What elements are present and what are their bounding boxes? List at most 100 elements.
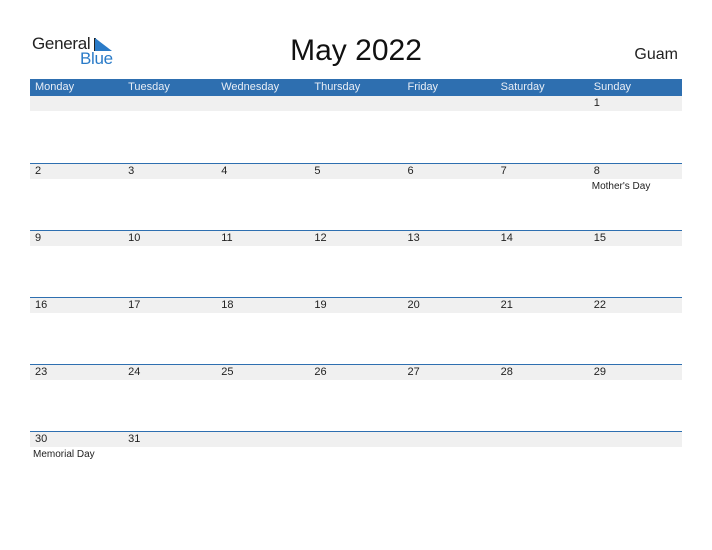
holiday-label (496, 380, 589, 382)
weekday-header: Monday Tuesday Wednesday Thursday Friday… (30, 79, 682, 96)
holiday-label (123, 380, 216, 382)
holiday-label (403, 246, 496, 248)
weekday-saturday: Saturday (500, 81, 545, 93)
day-number: 17 (128, 299, 141, 311)
holiday-label (496, 179, 589, 192)
events-row (30, 313, 682, 315)
day-number: 27 (407, 366, 420, 378)
date-bar: 30 31 (30, 432, 682, 447)
day-number (403, 432, 496, 447)
holiday-label (123, 313, 216, 315)
day-number: 8 (593, 165, 600, 177)
day-number (123, 96, 216, 111)
day-number: 15 (593, 232, 606, 244)
week-row: 9 10 11 12 13 14 15 (30, 230, 682, 297)
date-bar: 23 24 25 26 27 28 29 (30, 365, 682, 380)
holiday-label (496, 246, 589, 248)
day-number: 4 (221, 165, 228, 177)
holiday-label (216, 111, 309, 113)
weekday-friday: Friday (407, 81, 439, 93)
holiday-label (496, 447, 589, 460)
day-number (216, 432, 309, 447)
day-number: 9 (35, 232, 42, 244)
week-row: 16 17 18 19 20 21 22 (30, 297, 682, 364)
day-number: 13 (407, 232, 420, 244)
holiday-label: Memorial Day (33, 449, 95, 460)
events-row: Mother's Day (30, 179, 682, 192)
day-number: 28 (500, 366, 513, 378)
events-row (30, 380, 682, 382)
weekday-wednesday: Wednesday (221, 81, 280, 93)
holiday-label (30, 380, 123, 382)
holiday-label (30, 246, 123, 248)
holiday-label (30, 313, 123, 315)
region-label: Guam (634, 46, 678, 63)
holiday-label (309, 179, 402, 192)
day-number (309, 96, 402, 111)
day-number (496, 432, 589, 447)
day-number: 29 (593, 366, 606, 378)
day-number: 6 (407, 165, 414, 177)
holiday-label (403, 380, 496, 382)
holiday-label (123, 179, 216, 192)
weekday-monday: Monday (35, 81, 75, 93)
holiday-label (403, 447, 496, 460)
day-number: 3 (128, 165, 135, 177)
day-number (589, 432, 682, 447)
day-number: 25 (221, 366, 234, 378)
day-number: 21 (500, 299, 513, 311)
holiday-label (589, 111, 682, 113)
holiday-label (496, 111, 589, 113)
day-number: 16 (35, 299, 48, 311)
day-number: 18 (221, 299, 234, 311)
page-title: May 2022 (290, 34, 422, 67)
day-number: 1 (593, 97, 600, 109)
holiday-label (216, 313, 309, 315)
day-number: 31 (128, 433, 141, 445)
holiday-label (123, 111, 216, 113)
day-number: 5 (314, 165, 321, 177)
holiday-label (309, 380, 402, 382)
holiday-label (589, 313, 682, 315)
holiday-label (496, 313, 589, 315)
holiday-label (589, 447, 682, 460)
week-row: 23 24 25 26 27 28 29 (30, 364, 682, 431)
day-number: 22 (593, 299, 606, 311)
day-number: 20 (407, 299, 420, 311)
holiday-label (309, 246, 402, 248)
weekday-sunday: Sunday (593, 81, 632, 93)
events-row (30, 246, 682, 248)
day-number (309, 432, 402, 447)
holiday-label (216, 380, 309, 382)
holiday-label (309, 447, 402, 460)
holiday-label (403, 313, 496, 315)
day-number (496, 96, 589, 111)
day-number: 2 (35, 165, 42, 177)
holiday-label (123, 447, 216, 460)
holiday-label (403, 111, 496, 113)
weekday-thursday: Thursday (314, 81, 361, 93)
day-number: 30 (35, 433, 48, 445)
holiday-label (216, 179, 309, 192)
holiday-label (30, 111, 123, 113)
day-number: 19 (314, 299, 327, 311)
day-number: 7 (500, 165, 507, 177)
day-number: 24 (128, 366, 141, 378)
events-row (30, 111, 682, 113)
holiday-label (216, 447, 309, 460)
date-bar: 1 (30, 96, 682, 111)
day-number (216, 96, 309, 111)
date-bar: 2 3 4 5 6 7 8 (30, 164, 682, 179)
day-number: 11 (221, 232, 233, 244)
holiday-label: Mother's Day (591, 181, 651, 192)
holiday-label (216, 246, 309, 248)
date-bar: 9 10 11 12 13 14 15 (30, 231, 682, 246)
day-number: 23 (35, 366, 48, 378)
calendar-grid: Monday Tuesday Wednesday Thursday Friday… (30, 79, 682, 498)
holiday-label (589, 246, 682, 248)
date-bar: 16 17 18 19 20 21 22 (30, 298, 682, 313)
day-number: 14 (500, 232, 513, 244)
holiday-label (309, 111, 402, 113)
day-number (30, 96, 123, 111)
day-number: 12 (314, 232, 327, 244)
